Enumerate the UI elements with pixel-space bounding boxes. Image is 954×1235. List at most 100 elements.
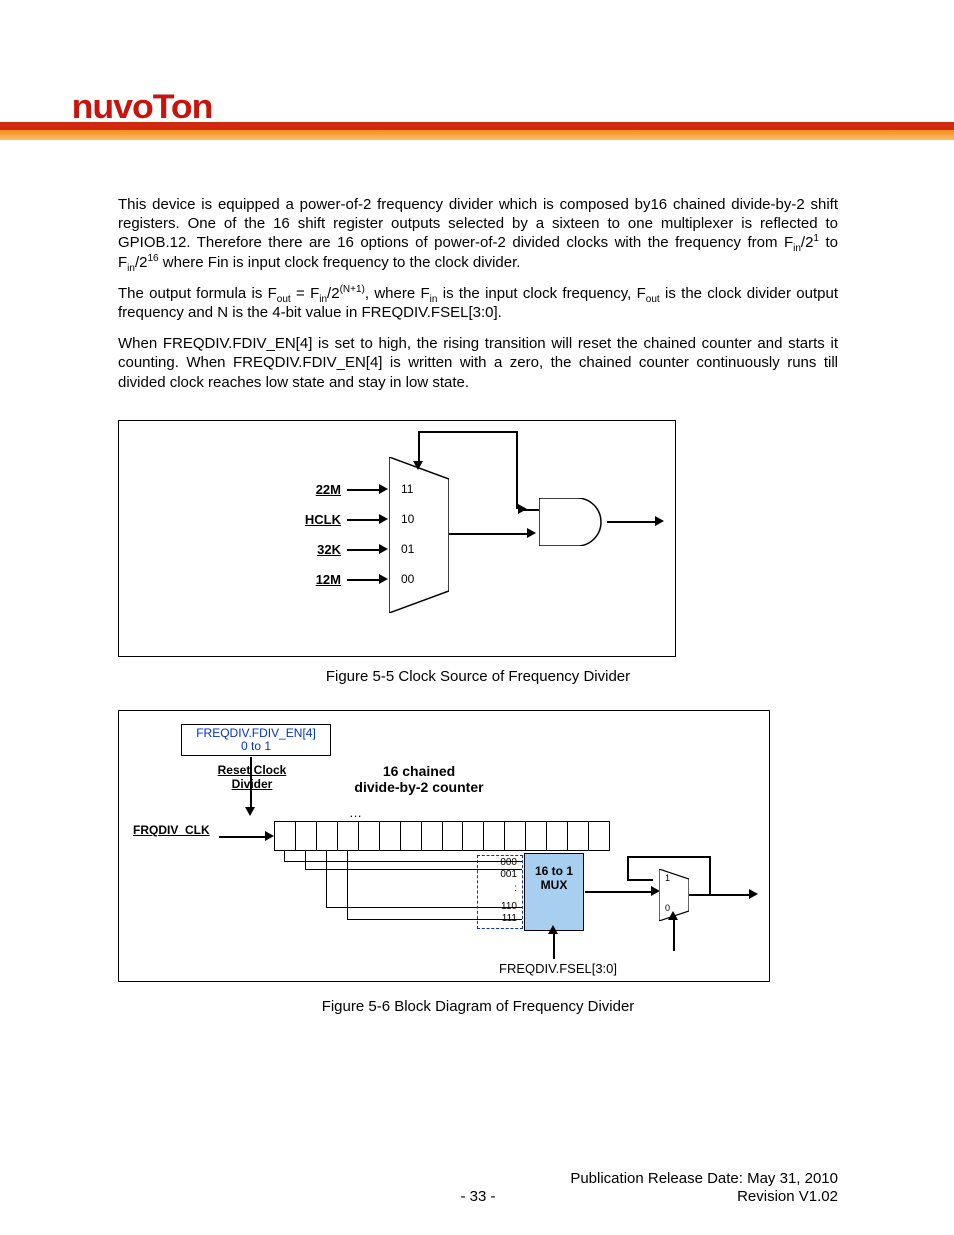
line <box>305 851 306 869</box>
figure-5-5-caption: Figure 5-5 Clock Source of Frequency Div… <box>118 668 838 685</box>
arrow-head-icon <box>265 831 274 841</box>
line <box>418 431 420 463</box>
line <box>326 851 327 907</box>
text: /2 <box>327 285 340 302</box>
text: = F <box>291 285 320 302</box>
line <box>627 856 711 858</box>
figure-5-5-box: 22M HCLK 32K 12M 11 10 01 00 <box>118 420 676 657</box>
line <box>250 757 252 809</box>
header-red-bar <box>0 122 954 130</box>
frqdiv-clk-label: FRQDIV_CLK <box>133 823 210 837</box>
line <box>709 856 711 896</box>
line <box>689 894 751 896</box>
and-gate-icon <box>539 498 609 546</box>
counter-cell <box>567 821 588 851</box>
sub: in <box>127 263 135 274</box>
mux-16to1: 16 to 1 MUX <box>524 853 584 931</box>
counter-cell <box>358 821 379 851</box>
arrow-head-icon <box>413 461 423 470</box>
mux-icon <box>389 457 449 613</box>
counter-cell <box>588 821 610 851</box>
arrow-head-icon <box>749 889 758 899</box>
text: 16 to 1 MUX <box>535 864 573 892</box>
text: is the input clock frequency, F <box>437 285 645 302</box>
arrow-line <box>347 549 381 551</box>
counter-cell <box>462 821 483 851</box>
sup: 16 <box>147 253 158 264</box>
sup: (N+1) <box>340 284 365 295</box>
arrow-head-icon <box>379 484 388 494</box>
arrow-head-icon <box>245 807 255 816</box>
page: nuvoTon This device is equipped a power-… <box>0 0 954 1235</box>
mux6-in-1: 001 <box>491 869 517 880</box>
arrow-head-icon <box>655 516 664 526</box>
publication-date: Publication Release Date: May 31, 2010 <box>570 1170 838 1187</box>
text: /2 <box>135 254 148 271</box>
arrow-head-icon <box>379 574 388 584</box>
counter-label: 16 chained divide-by-2 counter <box>329 763 509 795</box>
text: , where F <box>365 285 430 302</box>
arrow-head-icon <box>379 544 388 554</box>
counter-cell <box>400 821 421 851</box>
counter-cell <box>442 821 463 851</box>
line <box>219 836 267 838</box>
mux-source-3: 12M <box>281 572 341 587</box>
fsel-label: FREQDIV.FSEL[3:0] <box>499 961 617 976</box>
counter-cell <box>525 821 546 851</box>
line <box>627 856 629 880</box>
line <box>449 533 529 535</box>
line <box>553 933 555 959</box>
mux-input-0: 11 <box>401 482 431 496</box>
fdiv-en-label: FREQDIV.FDIV_EN[4] 0 to 1 <box>181 724 331 756</box>
line <box>516 431 518 509</box>
arrow-line <box>347 489 381 491</box>
dots: … <box>349 805 362 820</box>
line <box>284 851 285 861</box>
paragraph-3: When FREQDIV.FDIV_EN[4] is set to high, … <box>118 334 838 392</box>
mux6-in-3: 110 <box>491 901 517 912</box>
line <box>347 851 348 919</box>
arrow-head-icon <box>379 514 388 524</box>
counter-cell <box>295 821 316 851</box>
text: where Fin is input clock frequency to th… <box>159 254 521 271</box>
mux-source-0: 22M <box>281 482 341 497</box>
arrow-line <box>347 519 381 521</box>
body-text: This device is equipped a power-of-2 fre… <box>118 195 838 404</box>
mux-input-3: 00 <box>401 572 431 586</box>
text: The output formula is F <box>118 285 277 302</box>
line <box>518 509 540 511</box>
sub: in <box>793 243 801 254</box>
line <box>607 521 657 523</box>
text: FREQDIV.FDIV_EN[4] <box>196 726 316 740</box>
counter-cell <box>379 821 400 851</box>
line <box>627 879 653 881</box>
counter-cell <box>316 821 337 851</box>
reset-label: Reset Clock Divider <box>207 763 297 791</box>
counter-cell <box>504 821 525 851</box>
counter-cell <box>274 821 295 851</box>
line <box>418 431 518 433</box>
text: This device is equipped a power-of-2 fre… <box>118 196 838 251</box>
mux-source-1: HCLK <box>281 512 341 527</box>
text: /2 <box>801 234 814 251</box>
counter-cell <box>421 821 442 851</box>
mux-source-2: 32K <box>281 542 341 557</box>
small-mux-1: 1 <box>665 873 670 883</box>
counter-cell <box>546 821 567 851</box>
line <box>585 891 653 893</box>
arrow-head-icon <box>668 911 678 920</box>
arrow-head-icon <box>527 528 536 538</box>
counter-cell <box>337 821 358 851</box>
mux-input-2: 01 <box>401 542 431 556</box>
counter-cell <box>483 821 504 851</box>
paragraph-2: The output formula is Fout = Fin/2(N+1),… <box>118 284 838 322</box>
arrow-head-icon <box>548 925 558 934</box>
text: 0 to 1 <box>241 739 271 753</box>
line <box>673 919 675 951</box>
revision: Revision V1.02 <box>737 1188 838 1205</box>
figure-5-6-box: FREQDIV.FDIV_EN[4] 0 to 1 Reset Clock Di… <box>118 710 770 982</box>
paragraph-1: This device is equipped a power-of-2 fre… <box>118 195 838 272</box>
page-number: - 33 - <box>118 1188 838 1205</box>
mux6-in-0: 000 <box>491 857 517 868</box>
arrow-line <box>347 579 381 581</box>
